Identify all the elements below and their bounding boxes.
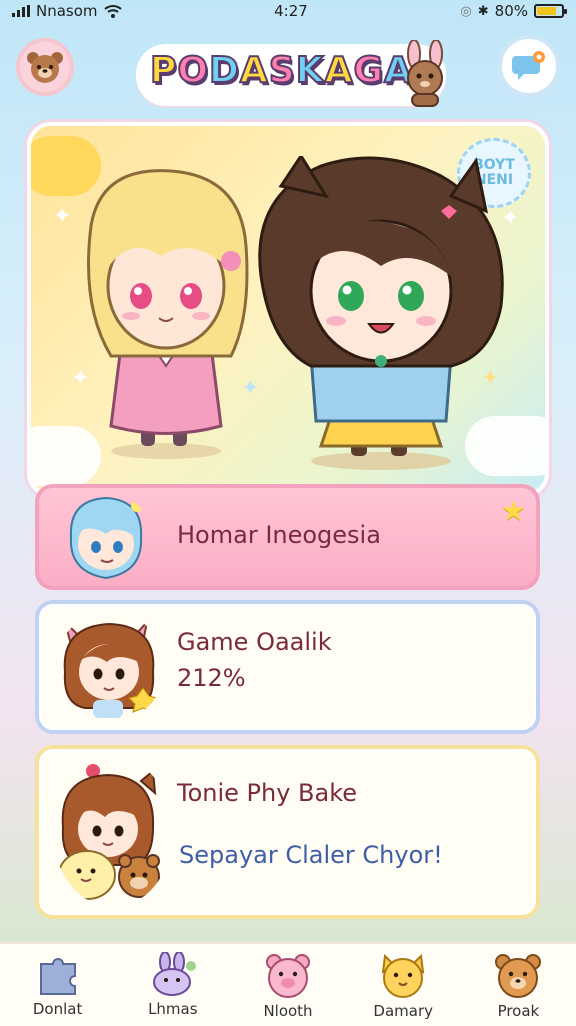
avatar-blue-hair [69,496,143,580]
title-letter: K [295,49,325,92]
title-letter: D [208,49,240,92]
card-title: Homar Ineogesia [177,521,381,549]
location-icon: ◎ [460,3,472,19]
nav-label: Damary [373,1002,433,1020]
signal-icon [12,5,30,17]
star-icon[interactable]: ★ [501,494,526,527]
bear-face-icon [495,954,542,998]
catgirl-character [258,156,504,470]
nav-label: Lhmas [148,1000,198,1018]
bunny-mascot-icon [407,40,443,107]
list-card-3[interactable]: Tonie Phy Bake Sepayar Claler Chyor! [35,745,540,919]
nav-item-lhmas[interactable]: Lhmas [115,944,230,1026]
card-title: Game Oaalik [177,628,332,656]
battery-fill [537,7,557,15]
nav-item-nlooth[interactable]: Nlooth [230,944,345,1026]
title-letter: A [324,49,354,92]
title-letter: O [176,49,209,92]
blonde-girl-character [87,169,249,459]
list-card-1[interactable]: Homar Ineogesia ★ [35,484,540,590]
title-letter: P [149,49,178,92]
card-title: Tonie Phy Bake [177,779,358,807]
bluetooth-icon: ✱ [477,3,489,19]
wifi-icon [103,5,122,18]
bear-face-icon [27,52,63,83]
bottom-nav: Donlat Lhmas Nlooth Damary Proak [0,942,576,1026]
avatar-girl-with-pets [58,759,160,900]
puzzle-icon [39,958,76,995]
list-card-2[interactable]: Game Oaalik 212% [35,600,540,734]
nav-item-proak[interactable]: Proak [461,944,576,1026]
carrier-name: Nnasom [36,2,98,20]
chat-bubble-icon [512,51,545,80]
card-subtitle: Sepayar Claler Chyor! [179,841,443,869]
avatar-cat-ears [63,618,158,718]
card-subtitle: 212% [177,664,246,692]
nav-label: Proak [497,1002,540,1020]
bunny-icon [152,952,196,996]
battery-percent: 80% [494,2,528,20]
nav-item-damary[interactable]: Damary [346,944,461,1026]
title-letter: G [352,49,385,92]
status-bar: Nnasom 4:27 ◎ ✱ 80% [0,0,576,22]
app-title: PODASKAGA [149,49,413,92]
clock: 4:27 [274,2,308,20]
battery-icon [534,4,567,18]
nav-label: Nlooth [263,1002,313,1020]
title-letter: S [268,49,296,92]
profile-button[interactable] [16,38,74,96]
sparkle-icon: ✦ [53,204,72,229]
cat-face-icon [381,953,425,998]
chat-button[interactable] [498,35,560,97]
pig-face-icon [266,954,310,998]
hero-card[interactable]: BOYT NENI ✦ ✦ ✦ ✦ ✦ [27,122,549,497]
nav-item-donlat[interactable]: Donlat [0,944,115,1026]
title-letter: A [239,49,269,92]
nav-label: Donlat [32,1000,83,1018]
